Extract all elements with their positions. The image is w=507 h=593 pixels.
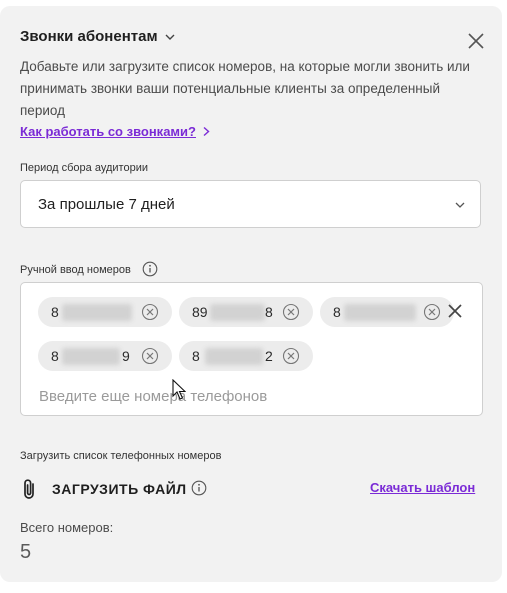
audience-panel: Звонки абонентам Добавьте или загрузите … bbox=[0, 6, 502, 582]
remove-circle-icon[interactable] bbox=[423, 303, 441, 321]
upload-label: Загрузить список телефонных номеров bbox=[20, 450, 222, 462]
close-icon[interactable] bbox=[466, 31, 486, 51]
paperclip-icon bbox=[24, 479, 34, 499]
phone-chip: 89 8 bbox=[179, 297, 313, 327]
phone-chip: 8 bbox=[320, 297, 454, 327]
upload-file-label: ЗАГРУЗИТЬ ФАЙЛ bbox=[52, 481, 187, 497]
title-row[interactable]: Звонки абонентам bbox=[20, 28, 176, 45]
phone-number-suffix: 8 bbox=[265, 304, 273, 320]
redacted-digits bbox=[205, 348, 263, 365]
period-selected-value: За прошлые 7 дней bbox=[38, 196, 175, 213]
phone-chip: 8 bbox=[38, 297, 172, 327]
info-icon[interactable] bbox=[191, 480, 207, 496]
total-numbers-label: Всего номеров: bbox=[20, 520, 114, 535]
redacted-digits bbox=[62, 304, 132, 321]
mouse-cursor-icon bbox=[172, 379, 186, 400]
redacted-digits bbox=[344, 304, 416, 321]
phone-chip: 8 2 bbox=[179, 341, 313, 371]
phone-chip: 8 9 bbox=[38, 341, 172, 371]
total-numbers-value: 5 bbox=[20, 541, 32, 563]
download-template-link[interactable]: Скачать шаблон bbox=[370, 480, 475, 495]
chevron-right-icon bbox=[203, 126, 210, 137]
phone-numbers-box[interactable]: 8 89 8 8 8 9 8 2 Введите еще номера теле… bbox=[20, 282, 483, 416]
remove-circle-icon[interactable] bbox=[282, 347, 300, 365]
help-link-text[interactable]: Как работать со звонками? bbox=[20, 124, 196, 139]
help-link[interactable]: Как работать со звонками? bbox=[20, 124, 211, 139]
upload-file-button[interactable]: ЗАГРУЗИТЬ ФАЙЛ bbox=[22, 478, 187, 500]
phone-number: 8 bbox=[51, 348, 59, 364]
period-label: Период сбора аудитории bbox=[20, 162, 148, 174]
redacted-digits bbox=[62, 348, 120, 365]
chevron-down-icon bbox=[455, 202, 465, 208]
clear-all-icon[interactable] bbox=[447, 303, 463, 319]
panel-description: Добавьте или загрузите список номеров, н… bbox=[20, 59, 470, 118]
remove-circle-icon[interactable] bbox=[141, 303, 159, 321]
phone-number: 8 bbox=[333, 304, 341, 320]
remove-circle-icon[interactable] bbox=[141, 347, 159, 365]
panel-title: Звонки абонентам bbox=[20, 28, 158, 45]
chevron-down-icon[interactable] bbox=[164, 31, 176, 43]
phone-number-input[interactable] bbox=[39, 385, 339, 407]
manual-input-label: Ручной ввод номеров bbox=[20, 264, 131, 276]
info-icon[interactable] bbox=[142, 261, 158, 277]
phone-number: 8 bbox=[192, 348, 200, 364]
redacted-digits bbox=[210, 304, 265, 321]
remove-circle-icon[interactable] bbox=[282, 303, 300, 321]
phone-number-suffix: 9 bbox=[122, 348, 130, 364]
period-select[interactable]: За прошлые 7 дней bbox=[20, 180, 481, 228]
phone-number: 89 bbox=[192, 304, 208, 320]
phone-number-suffix: 2 bbox=[265, 348, 273, 364]
phone-number: 8 bbox=[51, 304, 59, 320]
